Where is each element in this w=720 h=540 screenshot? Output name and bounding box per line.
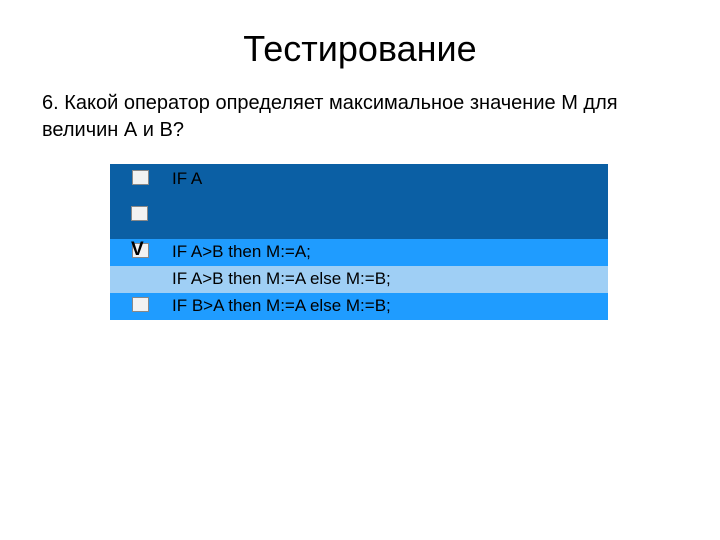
option-row-0: IF A xyxy=(110,164,608,239)
option-label-0: IF A xyxy=(170,164,608,189)
slide-title: Тестирование xyxy=(0,0,720,90)
option-checkbox-cell-3 xyxy=(110,266,170,270)
option-checkbox-cell-2: V xyxy=(110,239,170,258)
option-label-3: IF A>B then M:=A else M:=B; xyxy=(170,266,608,289)
option-checkbox-cell-0 xyxy=(110,164,170,185)
option-row-3: IF A>B then M:=A else M:=B; xyxy=(110,266,608,293)
option-label-2: IF A>B then M:=A; xyxy=(170,239,608,262)
option-label-4: IF B>A then M:=A else M:=B; xyxy=(170,293,608,316)
checkbox-0[interactable] xyxy=(132,170,149,185)
checkmark-icon: V xyxy=(131,239,144,261)
checkbox-4[interactable] xyxy=(132,297,149,312)
options-table: IF A V IF A>B then M:=A; IF A>B then M:=… xyxy=(110,164,608,320)
option-checkbox-cell-4 xyxy=(110,293,170,312)
checkbox-1[interactable] xyxy=(131,206,148,221)
question-text: 6. Какой оператор определяет максимально… xyxy=(0,90,720,144)
option-row-4: IF B>A then M:=A else M:=B; xyxy=(110,293,608,320)
option-row-2: V IF A>B then M:=A; xyxy=(110,239,608,266)
